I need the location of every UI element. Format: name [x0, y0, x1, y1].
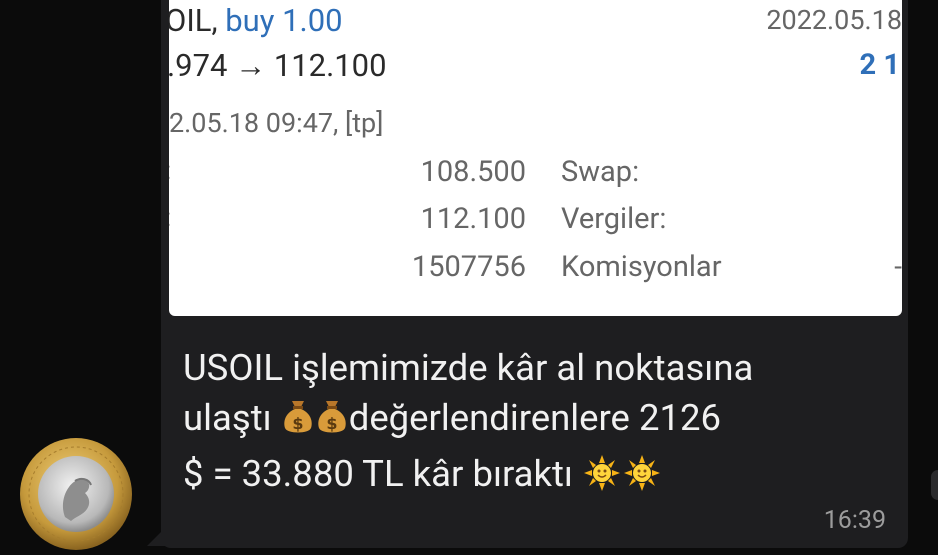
bubble-tail — [147, 528, 165, 546]
sun-icon — [622, 454, 662, 505]
row-value: 108.500 — [420, 155, 526, 189]
trade-price-change: .974 → 112.100 — [169, 47, 387, 84]
trade-screenshot-image[interactable]: OIL, buy 1.00 2022.05.18 .974 → 112.100 … — [169, 0, 902, 316]
trade-profit: 2 1 — [859, 48, 900, 82]
row-label: Vergiler: — [561, 202, 667, 236]
row-value: 1507756 — [411, 250, 526, 284]
next-bubble-edge — [931, 470, 938, 500]
sun-icon — [582, 454, 622, 505]
trade-close-time: 2.05.18 09:47, [tp] — [169, 107, 384, 139]
svg-text:$: $ — [292, 414, 303, 433]
message-line: $ = 33.880 TL kâr bıraktı — [183, 449, 888, 505]
message-timestamp: 16:39 — [823, 506, 886, 535]
coin-avatar-icon — [20, 438, 132, 550]
row-left-colon: : — [169, 205, 171, 231]
row-value: 112.100 — [420, 202, 526, 236]
money-bag-icon: $ — [281, 398, 315, 449]
svg-text:$: $ — [326, 414, 337, 433]
message-line: ulaştı $ $ değerlendirenlere 2126 — [183, 393, 888, 449]
row-left-colon: : — [169, 158, 171, 184]
message-line: USOIL işlemimizde kâr al noktasına — [183, 346, 754, 389]
sender-avatar[interactable] — [19, 437, 133, 551]
message-text: USOIL işlemimizde kâr al noktasına ulaşt… — [183, 343, 888, 505]
row-edge-value: - — [894, 250, 902, 283]
row-label: Swap: — [561, 155, 640, 189]
money-bag-icon: $ — [315, 398, 349, 449]
row-label: Komisyonlar — [561, 250, 722, 284]
trade-symbol: OIL, buy 1.00 — [169, 2, 343, 39]
trade-side: buy 1.00 — [225, 2, 343, 39]
trade-open-date: 2022.05.18 — [766, 4, 902, 36]
